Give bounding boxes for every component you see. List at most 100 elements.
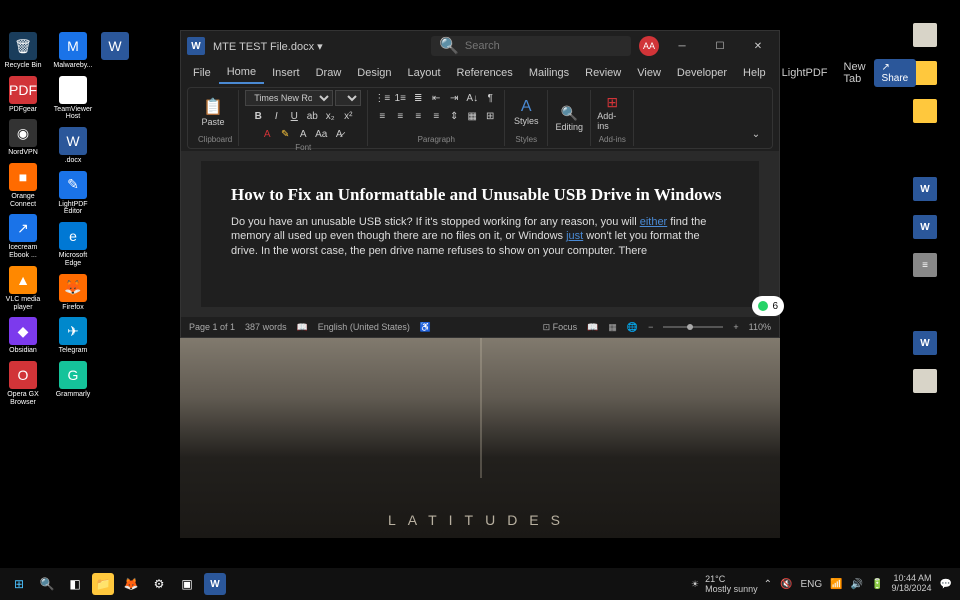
- show-marks-button[interactable]: ¶: [482, 90, 498, 106]
- desktop-icon-telegram[interactable]: ✈Telegram: [50, 315, 96, 357]
- taskbar-firefox-button[interactable]: 🦊: [120, 573, 142, 595]
- tray-lang[interactable]: ENG: [800, 579, 822, 590]
- tray-battery-icon[interactable]: 🔋: [871, 579, 883, 590]
- desktop-icon-obsidian[interactable]: ◆Obsidian: [0, 315, 46, 357]
- menu-view[interactable]: View: [629, 63, 669, 83]
- desktop-icon-opera[interactable]: OOpera GX Browser: [0, 359, 46, 408]
- share-button[interactable]: ↗ Share: [874, 59, 917, 87]
- font-color-button[interactable]: A: [259, 126, 275, 142]
- search-input[interactable]: [465, 40, 623, 52]
- italic-button[interactable]: I: [268, 108, 284, 124]
- menu-mailings[interactable]: Mailings: [521, 63, 577, 83]
- minimize-button[interactable]: ─: [667, 34, 697, 58]
- desktop-icon-orange[interactable]: ■Orange Connect: [0, 161, 46, 210]
- desktop-icon-grammarly[interactable]: GGrammarly: [50, 359, 96, 401]
- zoom-level[interactable]: 110%: [749, 322, 771, 332]
- read-mode-button[interactable]: 📖: [587, 322, 598, 333]
- align-right-button[interactable]: ≡: [410, 108, 426, 124]
- taskbar-weather[interactable]: ☀ 21°C Mostly sunny: [691, 574, 758, 594]
- taskbar-settings-button[interactable]: ⚙: [148, 573, 170, 595]
- editing-button[interactable]: 🔍Editing: [554, 99, 584, 137]
- desktop-right-note1[interactable]: [910, 20, 940, 50]
- desktop-icon-docx[interactable]: W.docx: [50, 125, 96, 167]
- desktop-icon-vlc[interactable]: ▲VLC media player: [0, 264, 46, 313]
- menu-developer[interactable]: Developer: [669, 63, 735, 83]
- menu-design[interactable]: Design: [349, 63, 399, 83]
- notification-badge[interactable]: 6: [752, 296, 784, 316]
- text-effects-button[interactable]: A: [295, 126, 311, 142]
- case-button[interactable]: Aa: [313, 126, 329, 142]
- desktop-right-word3[interactable]: W: [910, 328, 940, 358]
- highlight-button[interactable]: ✎: [277, 126, 293, 142]
- menu-file[interactable]: File: [185, 63, 219, 83]
- align-left-button[interactable]: ≡: [374, 108, 390, 124]
- line-spacing-button[interactable]: ⇕: [446, 108, 462, 124]
- desktop-icon-firefox[interactable]: 🦊Firefox: [50, 272, 96, 314]
- font-name-select[interactable]: Times New Roman: [245, 90, 333, 106]
- desktop-icon-edge[interactable]: eMicrosoft Edge: [50, 220, 96, 269]
- user-avatar[interactable]: AA: [639, 36, 659, 56]
- tray-notifications-icon[interactable]: 💬: [940, 579, 952, 590]
- menu-layout[interactable]: Layout: [400, 63, 449, 83]
- align-center-button[interactable]: ≡: [392, 108, 408, 124]
- taskbar-taskview-button[interactable]: ◧: [64, 573, 86, 595]
- addins-button[interactable]: ⊞Add-ins: [597, 93, 627, 131]
- paste-button[interactable]: 📋 Paste: [198, 93, 228, 131]
- taskbar-search-button[interactable]: 🔍: [36, 573, 58, 595]
- subscript-button[interactable]: x₂: [322, 108, 338, 124]
- status-words[interactable]: 387 words: [245, 322, 287, 332]
- zoom-slider[interactable]: [663, 326, 723, 328]
- underline-button[interactable]: U: [286, 108, 302, 124]
- justify-button[interactable]: ≡: [428, 108, 444, 124]
- desktop-icon-word-doc[interactable]: W: [100, 30, 130, 64]
- tray-chevron-icon[interactable]: ⌃: [764, 579, 772, 590]
- taskbar-explorer-button[interactable]: 📁: [92, 573, 114, 595]
- strike-button[interactable]: ab: [304, 108, 320, 124]
- tray-mute-icon[interactable]: 🔇: [780, 579, 792, 590]
- bold-button[interactable]: B: [250, 108, 266, 124]
- zoom-in-button[interactable]: +: [733, 322, 738, 332]
- document-area[interactable]: How to Fix an Unformattable and Unusable…: [181, 151, 779, 317]
- desktop-right-note2[interactable]: [910, 366, 940, 396]
- web-layout-button[interactable]: 🌐: [627, 322, 638, 333]
- link-just[interactable]: just: [566, 230, 583, 242]
- accessibility-icon[interactable]: ♿: [420, 322, 431, 333]
- desktop-icon-teamviewer[interactable]: ↔TeamViewer Host: [50, 74, 96, 123]
- borders-button[interactable]: ⊞: [482, 108, 498, 124]
- desktop-right-folder2[interactable]: [910, 96, 940, 126]
- close-button[interactable]: ✕: [743, 34, 773, 58]
- collapse-ribbon-button[interactable]: ⌄: [748, 126, 764, 142]
- desktop-icon-malwarebytes[interactable]: MMalwareby...: [50, 30, 96, 72]
- shading-button[interactable]: ▦: [464, 108, 480, 124]
- menu-references[interactable]: References: [449, 63, 521, 83]
- taskbar-word-button[interactable]: W: [204, 573, 226, 595]
- menu-new-tab[interactable]: New Tab: [836, 57, 874, 89]
- zoom-out-button[interactable]: −: [648, 322, 653, 332]
- tray-volume-icon[interactable]: 🔊: [851, 579, 863, 590]
- desktop-right-word1[interactable]: W: [910, 174, 940, 204]
- search-box[interactable]: 🔍: [431, 36, 631, 56]
- desktop-icon-recycle-bin[interactable]: 🗑Recycle Bin: [0, 30, 46, 72]
- desktop-icon-icecream[interactable]: ↗Icecream Ebook ...: [0, 212, 46, 261]
- numbering-button[interactable]: 1≡: [392, 90, 408, 106]
- menu-lightpdf[interactable]: LightPDF: [774, 63, 836, 83]
- menu-home[interactable]: Home: [219, 62, 264, 84]
- desktop-right-list[interactable]: ≡: [910, 250, 940, 280]
- spellcheck-icon[interactable]: 📖: [297, 322, 308, 333]
- print-layout-button[interactable]: ▦: [608, 322, 617, 333]
- document-title[interactable]: MTE TEST File.docx ▾: [213, 40, 323, 53]
- font-size-select[interactable]: 18: [335, 90, 361, 106]
- bullets-button[interactable]: ⋮≡: [374, 90, 390, 106]
- styles-button[interactable]: AStyles: [511, 93, 541, 131]
- tray-wifi-icon[interactable]: 📶: [830, 579, 842, 590]
- menu-draw[interactable]: Draw: [308, 63, 350, 83]
- status-language[interactable]: English (United States): [318, 322, 410, 332]
- tray-clock[interactable]: 10:44 AM 9/18/2024: [892, 574, 932, 594]
- desktop-icon-lightpdf[interactable]: ✎LightPDF Editor: [50, 169, 96, 218]
- desktop-icon-pdfgear[interactable]: PDFPDFgear: [0, 74, 46, 116]
- indent-dec-button[interactable]: ⇤: [428, 90, 444, 106]
- link-either[interactable]: either: [640, 216, 668, 228]
- start-button[interactable]: ⊞: [8, 573, 30, 595]
- superscript-button[interactable]: x²: [340, 108, 356, 124]
- menu-help[interactable]: Help: [735, 63, 774, 83]
